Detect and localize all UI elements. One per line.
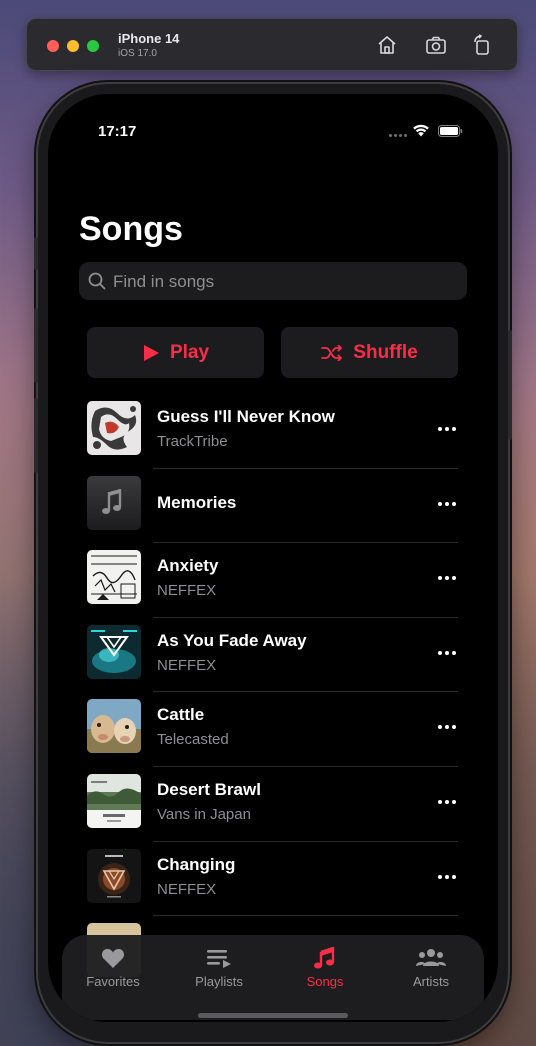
power-button: [508, 330, 512, 440]
more-icon[interactable]: [437, 643, 457, 663]
song-artist: NEFFEX: [157, 880, 217, 898]
song-title: Cattle: [157, 705, 205, 725]
more-icon[interactable]: [437, 792, 457, 812]
window-maximize-button[interactable]: [87, 40, 99, 52]
shuffle-icon: [321, 344, 343, 361]
tab-label: Favorites: [86, 974, 140, 989]
album-artwork: [87, 475, 141, 530]
wifi-icon: [413, 124, 429, 137]
song-row[interactable]: Cattle Telecasted: [48, 692, 498, 767]
dynamic-island: [211, 109, 335, 144]
tab-bar: Favorites Playlists Songs Artists: [62, 935, 484, 1020]
more-icon[interactable]: [437, 867, 457, 887]
window-minimize-button[interactable]: [67, 40, 79, 52]
more-icon[interactable]: [437, 568, 457, 588]
signal-icon: [389, 134, 407, 137]
search-field[interactable]: [79, 262, 467, 302]
tab-favorites[interactable]: Favorites: [68, 947, 158, 989]
song-title: Anxiety: [157, 556, 219, 576]
shuffle-button[interactable]: Shuffle: [281, 327, 458, 378]
mute-switch: [34, 237, 38, 270]
album-artwork: [87, 699, 141, 754]
screenshot-icon[interactable]: [425, 34, 447, 56]
song-row[interactable]: Anxiety NEFFEX: [48, 543, 498, 618]
song-title: Desert Brawl: [157, 779, 261, 799]
more-icon[interactable]: [437, 494, 457, 514]
song-title: Changing: [157, 854, 236, 874]
song-row[interactable]: Desert Brawl Vans in Japan: [48, 767, 498, 842]
album-artwork: [87, 848, 141, 903]
song-artist: NEFFEX: [157, 582, 217, 600]
song-row[interactable]: Memories: [48, 469, 498, 544]
status-time: 17:17: [98, 123, 137, 140]
song-artist: Vans in Japan: [157, 805, 251, 823]
album-artwork: [87, 401, 141, 455]
song-title: As You Fade Away: [157, 630, 307, 650]
play-label: Play: [169, 341, 210, 363]
music-note-icon: [314, 947, 335, 969]
song-row[interactable]: Guess I'll Never Know TrackTribe: [48, 394, 498, 469]
tab-label: Songs: [306, 974, 344, 989]
album-artwork: [87, 773, 141, 828]
song-artist: Telecasted: [157, 731, 229, 749]
volume-up-button: [34, 308, 38, 383]
tab-label: Playlists: [195, 974, 243, 989]
phone-screen: 17:17 Songs Play Shuffle: [48, 94, 498, 1022]
tab-label: Artists: [412, 974, 450, 989]
song-title: Guess I'll Never Know: [157, 407, 335, 426]
song-title: Memories: [157, 492, 237, 512]
album-artwork: [87, 624, 141, 679]
simulator-title-bar: iPhone 14 iOS 17.0: [26, 18, 518, 71]
shuffle-label: Shuffle: [353, 341, 418, 363]
song-artist: TrackTribe: [157, 433, 228, 450]
search-icon: [88, 272, 106, 290]
song-row[interactable]: Changing NEFFEX: [48, 842, 498, 917]
home-icon[interactable]: [376, 34, 398, 56]
battery-icon: [438, 125, 463, 137]
song-list: Guess I'll Never Know TrackTribe Memorie…: [48, 394, 498, 991]
page-title: Songs: [79, 210, 183, 248]
more-icon[interactable]: [437, 717, 457, 737]
device-name: iPhone 14: [118, 31, 180, 46]
song-artist: NEFFEX: [157, 656, 217, 674]
tab-artists[interactable]: Artists: [386, 947, 476, 989]
album-artwork: [87, 550, 141, 605]
playlist-icon: [207, 950, 231, 968]
search-input[interactable]: [111, 262, 455, 302]
song-row[interactable]: As You Fade Away NEFFEX: [48, 618, 498, 693]
play-icon: [143, 344, 159, 361]
rotate-icon[interactable]: [471, 34, 493, 56]
people-icon: [416, 949, 446, 966]
window-close-button[interactable]: [47, 40, 59, 52]
heart-icon: [101, 949, 125, 968]
tab-playlists[interactable]: Playlists: [174, 947, 264, 989]
home-indicator: [198, 1013, 348, 1018]
more-icon[interactable]: [437, 419, 457, 439]
tab-songs[interactable]: Songs: [280, 947, 370, 989]
play-button[interactable]: Play: [87, 327, 264, 378]
volume-down-button: [34, 398, 38, 473]
os-version: iOS 17.0: [118, 48, 157, 59]
